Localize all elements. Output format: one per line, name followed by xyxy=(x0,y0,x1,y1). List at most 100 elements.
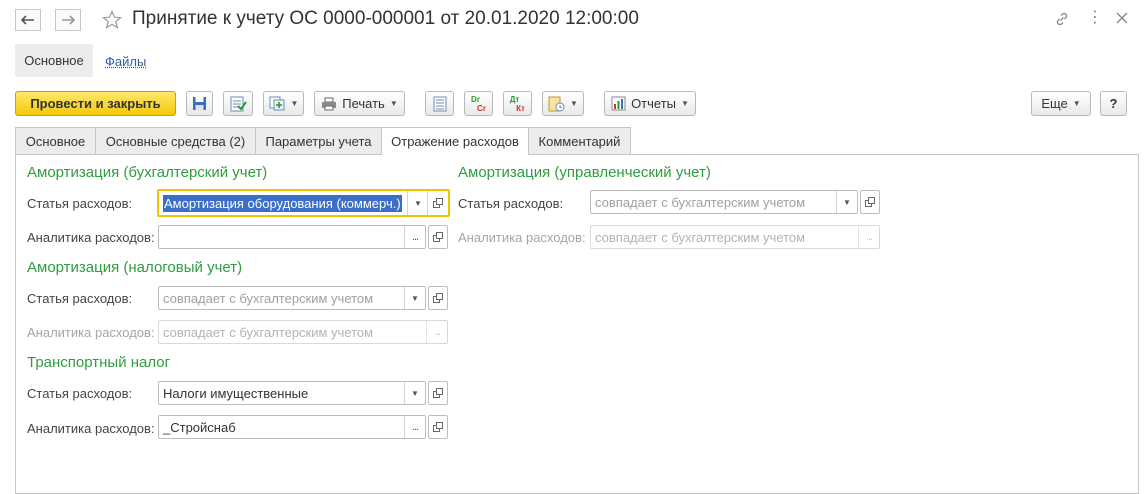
journal-icon xyxy=(433,96,446,111)
more-label: Еще xyxy=(1041,96,1068,111)
tax-expense-placeholder: совпадает с бухгалтерским учетом xyxy=(163,291,374,306)
management-analytics-field: совпадает с бухгалтерским учетом ... xyxy=(590,225,880,249)
dt-kt-icon: Дт Кт xyxy=(510,95,525,113)
top-tab-main[interactable]: Основное xyxy=(15,44,93,77)
open-icon[interactable] xyxy=(427,191,448,215)
dr-cr-button[interactable]: Dr Cr xyxy=(464,91,493,116)
close-icon xyxy=(1116,12,1128,24)
tab-fixed-assets[interactable]: Основные средства (2) xyxy=(95,127,256,154)
dt-text: Дт xyxy=(509,94,520,104)
tax-expense-open-button[interactable] xyxy=(428,286,448,310)
save-button[interactable] xyxy=(186,91,213,116)
close-button[interactable] xyxy=(1115,11,1129,28)
kt-text: Кт xyxy=(516,103,525,113)
attach-icon xyxy=(548,96,565,111)
top-tab-files[interactable]: Файлы xyxy=(105,54,146,69)
chevron-down-icon: ▼ xyxy=(570,99,578,108)
tab-expenses[interactable]: Отражение расходов xyxy=(381,127,529,155)
tax-analytics-field: совпадает с бухгалтерским учетом ... xyxy=(158,320,448,344)
dr-cr-icon: Dr Cr xyxy=(471,95,486,113)
management-expense-open-button[interactable] xyxy=(860,190,880,214)
chevron-down-icon: ▼ xyxy=(1072,99,1081,108)
chevron-down-icon[interactable]: ▼ xyxy=(404,382,425,404)
reports-label: Отчеты xyxy=(631,96,676,111)
accounting-expense-value: Амортизация оборудования (коммерч.) xyxy=(163,195,402,212)
reports-icon xyxy=(611,96,626,111)
transport-analytics-value: _Стройснаб xyxy=(163,420,236,435)
select-dots-icon: ... xyxy=(426,321,447,343)
select-dots-icon: ... xyxy=(858,226,879,248)
open-icon xyxy=(433,232,443,242)
dt-kt-button[interactable]: Дт Кт xyxy=(503,91,532,116)
tab-main[interactable]: Основное xyxy=(15,127,96,154)
help-icon: ? xyxy=(1109,96,1118,111)
accounting-analytics-label: Аналитика расходов: xyxy=(27,230,155,245)
post-and-close-button[interactable]: Провести и закрыть xyxy=(15,91,176,116)
chevron-down-icon: ▼ xyxy=(389,99,398,108)
dr-text: Dr xyxy=(471,94,480,104)
post-and-close-label: Провести и закрыть xyxy=(30,96,161,111)
chevron-down-icon: ▼ xyxy=(681,99,689,108)
tax-expense-field[interactable]: совпадает с бухгалтерским учетом ▼ xyxy=(158,286,426,310)
link-icon xyxy=(1056,12,1068,26)
management-expense-label: Статья расходов: xyxy=(458,196,564,211)
star-icon xyxy=(101,9,123,29)
management-expense-placeholder: совпадает с бухгалтерским учетом xyxy=(595,195,806,210)
transport-expense-open-button[interactable] xyxy=(428,381,448,405)
tab-comment[interactable]: Комментарий xyxy=(528,127,631,154)
section-accounting-title: Амортизация (бухгалтерский учет) xyxy=(27,164,268,181)
print-button[interactable]: Печать ▼ xyxy=(314,91,405,116)
select-dots-icon[interactable]: ... xyxy=(404,416,425,438)
page-title: Принятие к учету ОС 0000-000001 от 20.01… xyxy=(132,8,639,29)
management-analytics-placeholder: совпадает с бухгалтерским учетом xyxy=(595,230,806,245)
reports-button[interactable]: Отчеты ▼ xyxy=(604,91,696,116)
cr-text: Cr xyxy=(477,103,486,113)
tax-analytics-label: Аналитика расходов: xyxy=(27,325,155,340)
accounting-analytics-field[interactable]: ... xyxy=(158,225,426,249)
post-button[interactable] xyxy=(223,91,253,116)
transport-expense-field[interactable]: Налоги имущественные ▼ xyxy=(158,381,426,405)
forward-button[interactable] xyxy=(55,9,81,31)
more-button[interactable]: Еще ▼ xyxy=(1031,91,1091,116)
tax-expense-label: Статья расходов: xyxy=(27,291,133,306)
chevron-down-icon[interactable]: ▼ xyxy=(404,287,425,309)
transport-expense-value: Налоги имущественные xyxy=(163,386,309,401)
section-management-title: Амортизация (управленческий учет) xyxy=(458,164,711,181)
accounting-expense-label: Статья расходов: xyxy=(27,196,133,211)
management-analytics-label: Аналитика расходов: xyxy=(458,230,586,245)
back-button[interactable] xyxy=(15,9,41,31)
section-tax-title: Амортизация (налоговый учет) xyxy=(27,259,243,276)
open-icon xyxy=(433,388,443,398)
transport-expense-label: Статья расходов: xyxy=(27,386,133,401)
chevron-down-icon[interactable]: ▼ xyxy=(407,191,428,215)
post-icon xyxy=(230,96,247,111)
tax-analytics-placeholder: совпадает с бухгалтерским учетом xyxy=(163,325,374,340)
create-based-on-button[interactable]: ▼ xyxy=(263,91,304,116)
transport-analytics-label: Аналитика расходов: xyxy=(27,421,155,436)
transport-analytics-open-button[interactable] xyxy=(428,415,448,439)
link-button[interactable] xyxy=(1054,11,1070,30)
open-icon xyxy=(433,293,443,303)
create-based-icon xyxy=(269,96,285,111)
accounting-expense-field[interactable]: Амортизация оборудования (коммерч.) ▼ xyxy=(157,189,450,217)
open-icon xyxy=(433,422,443,432)
arrow-right-icon xyxy=(62,15,75,25)
journal-button[interactable] xyxy=(425,91,454,116)
chevron-down-icon[interactable]: ▼ xyxy=(836,191,857,213)
help-button[interactable]: ? xyxy=(1100,91,1127,116)
arrow-left-icon xyxy=(21,15,34,25)
print-label: Печать xyxy=(342,96,385,111)
select-dots-icon[interactable]: ... xyxy=(404,226,425,248)
favorite-star-button[interactable] xyxy=(101,9,123,33)
open-icon xyxy=(865,197,875,207)
print-icon xyxy=(322,97,337,110)
menu-kebab-icon[interactable]: ⋮ xyxy=(1087,10,1103,26)
transport-analytics-field[interactable]: _Стройснаб ... xyxy=(158,415,426,439)
accounting-analytics-open-button[interactable] xyxy=(428,225,448,249)
management-expense-field[interactable]: совпадает с бухгалтерским учетом ▼ xyxy=(590,190,858,214)
save-icon xyxy=(193,97,206,110)
section-transport-title: Транспортный налог xyxy=(27,354,171,371)
attachments-button[interactable]: ▼ xyxy=(542,91,584,116)
tab-accounting-params[interactable]: Параметры учета xyxy=(255,127,382,154)
chevron-down-icon: ▼ xyxy=(290,99,299,108)
